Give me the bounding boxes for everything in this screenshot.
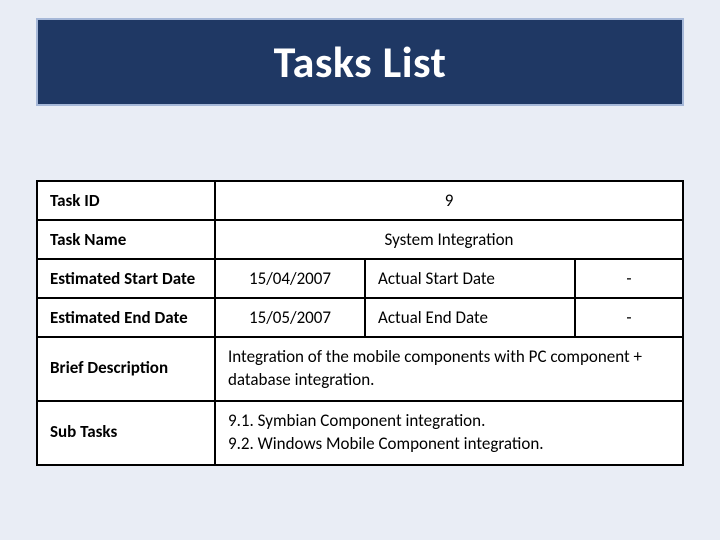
label-actual-end: Actual End Date	[365, 298, 575, 337]
label-task-id: Task ID	[37, 181, 215, 220]
value-subtasks: 9.1. Symbian Component integration. 9.2.…	[215, 401, 683, 465]
row-end-date: Estimated End Date 15/05/2007 Actual End…	[37, 298, 683, 337]
label-est-start: Estimated Start Date	[37, 259, 215, 298]
row-subtasks: Sub Tasks 9.1. Symbian Component integra…	[37, 401, 683, 465]
tasks-table: Task ID 9 Task Name System Integration E…	[36, 180, 684, 466]
value-brief: Integration of the mobile components wit…	[215, 337, 683, 401]
row-brief: Brief Description Integration of the mob…	[37, 337, 683, 401]
value-task-id: 9	[215, 181, 683, 220]
row-start-date: Estimated Start Date 15/04/2007 Actual S…	[37, 259, 683, 298]
value-task-name: System Integration	[215, 220, 683, 259]
label-actual-start: Actual Start Date	[365, 259, 575, 298]
label-subtasks: Sub Tasks	[37, 401, 215, 465]
title-bar: Tasks List	[36, 18, 684, 106]
label-est-end: Estimated End Date	[37, 298, 215, 337]
value-actual-start: -	[575, 259, 683, 298]
value-actual-end: -	[575, 298, 683, 337]
label-brief: Brief Description	[37, 337, 215, 401]
row-task-id: Task ID 9	[37, 181, 683, 220]
label-task-name: Task Name	[37, 220, 215, 259]
value-est-end: 15/05/2007	[215, 298, 365, 337]
row-task-name: Task Name System Integration	[37, 220, 683, 259]
value-est-start: 15/04/2007	[215, 259, 365, 298]
page-title: Tasks List	[274, 35, 447, 89]
